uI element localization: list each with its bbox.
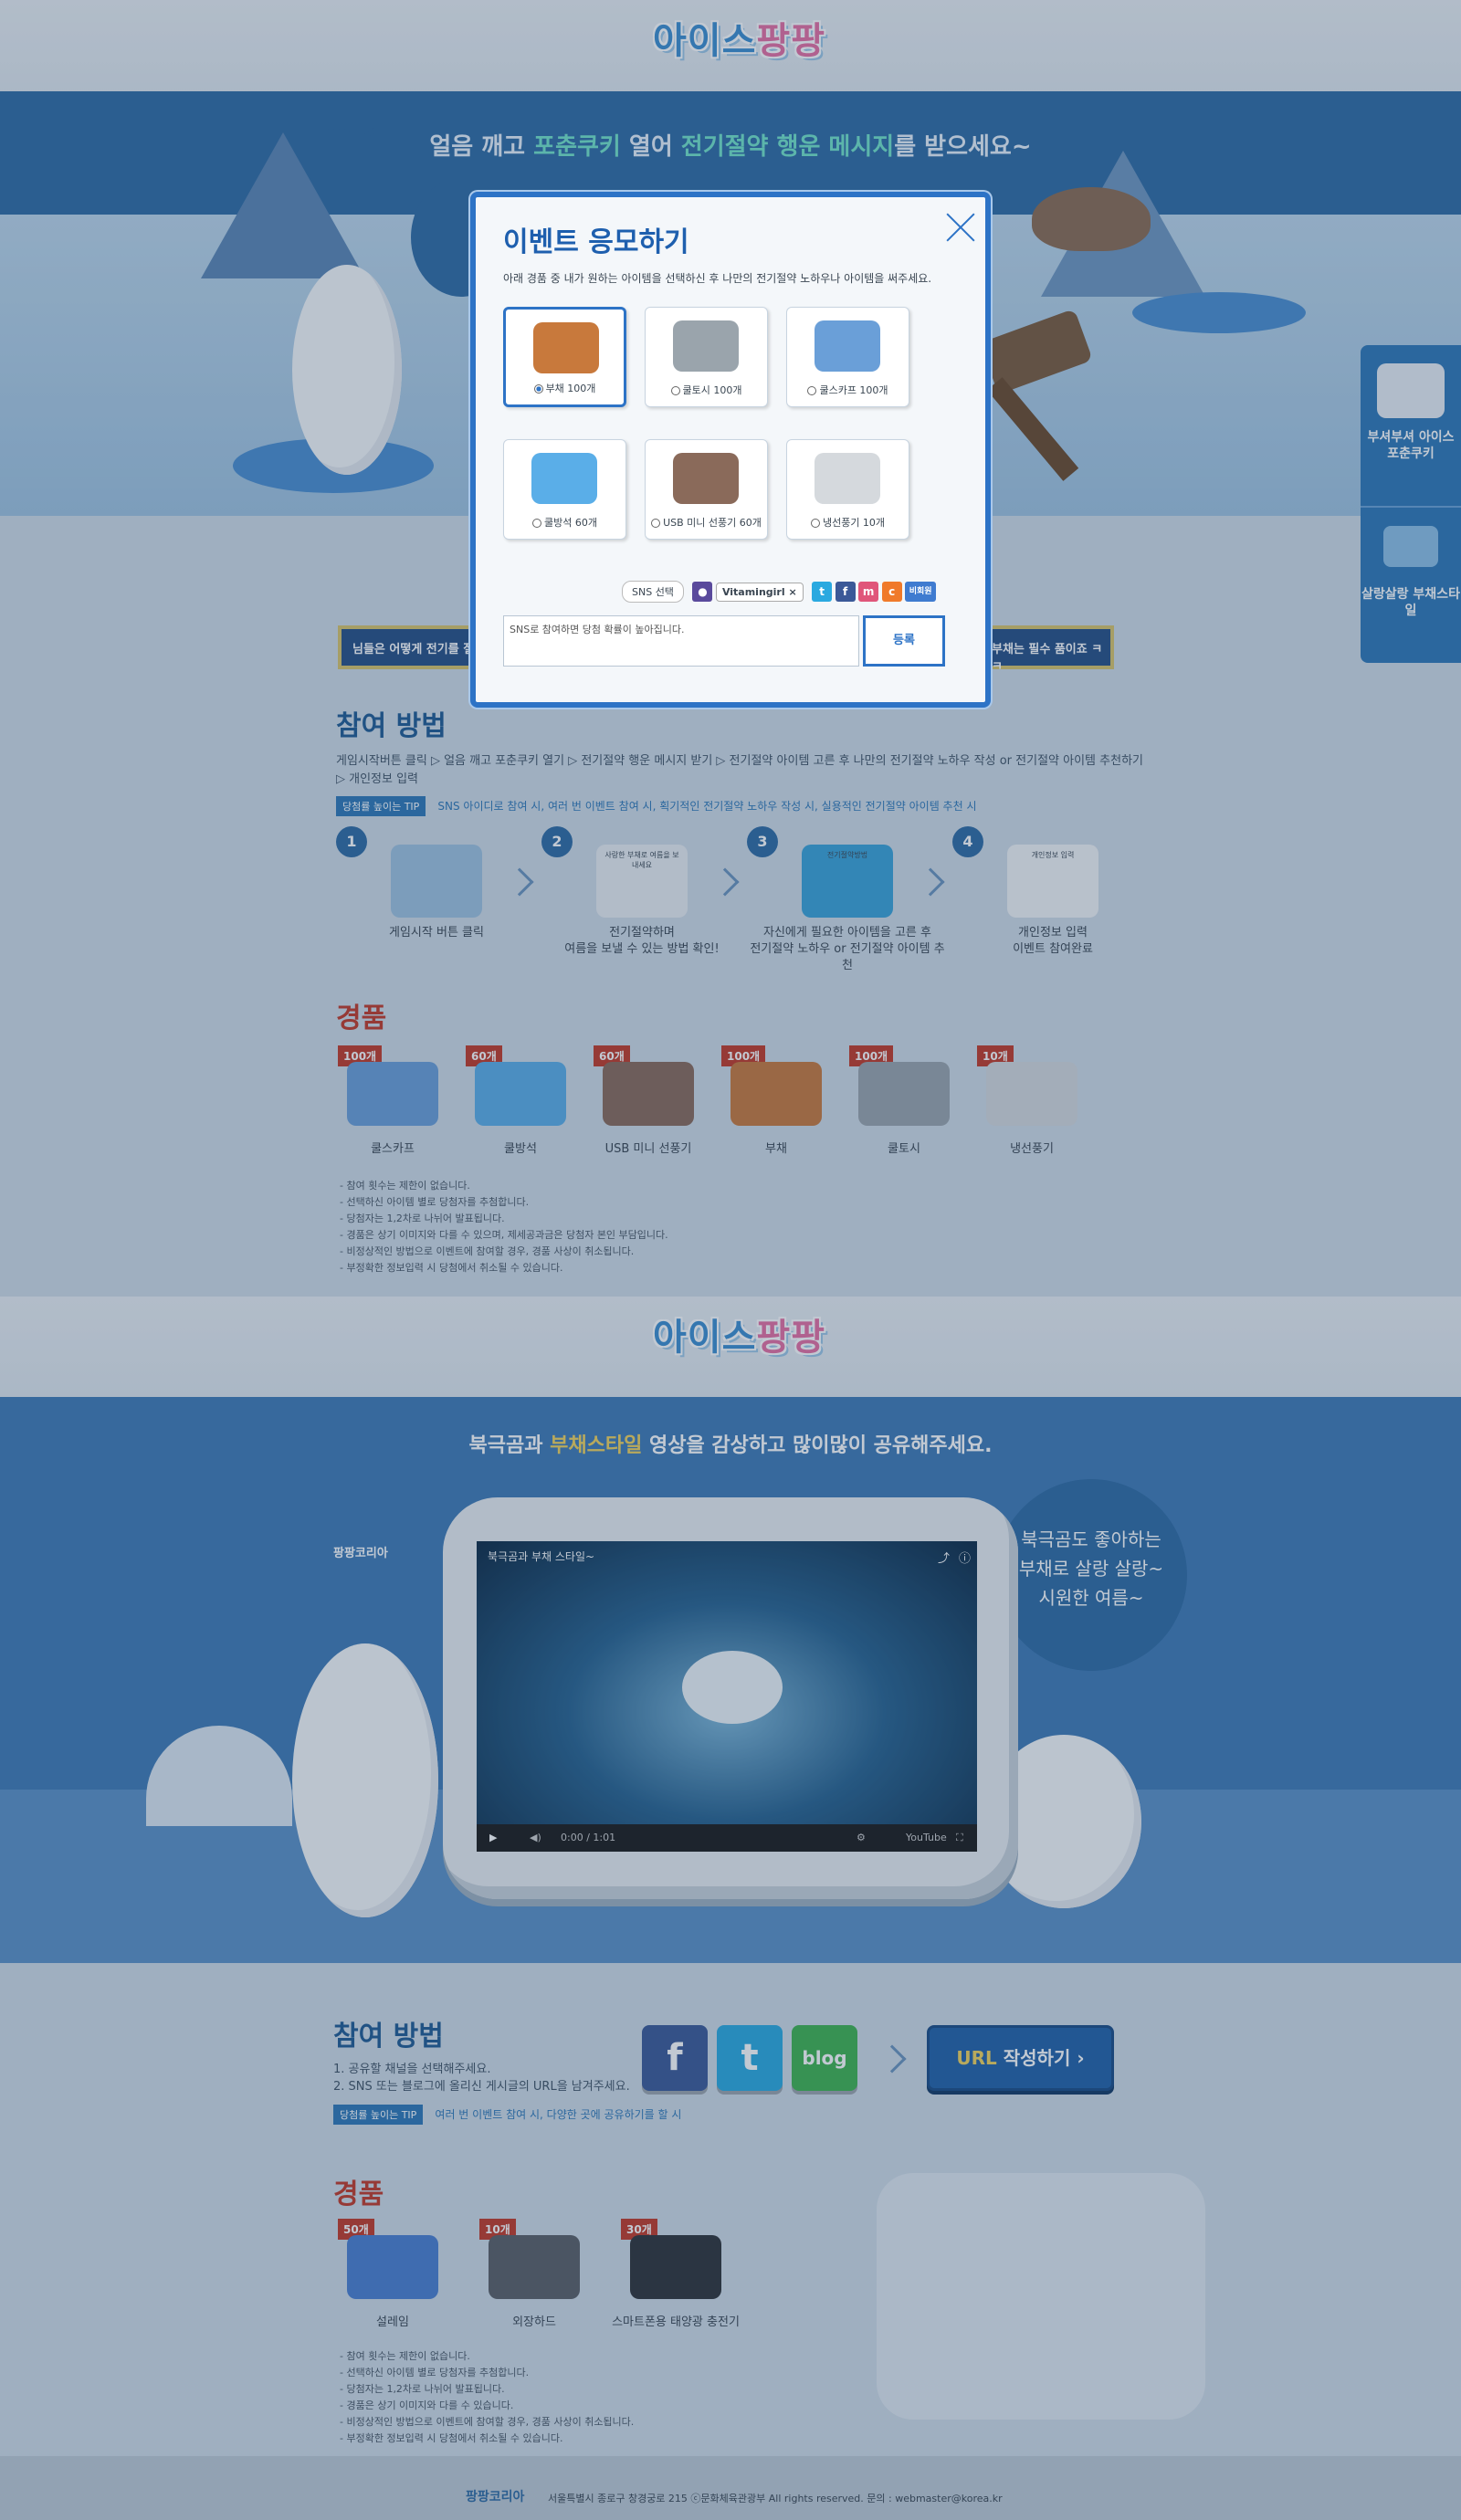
item-option-card[interactable]: 부채 100개 [503, 307, 626, 407]
item-option-label: 쿨토시 100개 [646, 383, 767, 397]
item-option-text: 쿨방석 60개 [544, 517, 597, 529]
arm-sleeve-icon [673, 320, 739, 372]
comment-textarea[interactable]: SNS로 참여하면 당첨 확률이 높아집니다. [503, 615, 859, 667]
item-option-label: 쿨방석 60개 [504, 515, 625, 530]
cushion-icon [531, 453, 597, 504]
item-option-text: 부채 100개 [545, 383, 596, 394]
scarf-icon [815, 320, 880, 372]
radio-button[interactable] [810, 519, 820, 528]
modal-title: 이벤트 응모하기 [503, 226, 689, 258]
me2day-icon[interactable]: m [858, 582, 879, 602]
item-option-card[interactable]: 냉선풍기 10개 [786, 439, 909, 540]
close-icon[interactable] [946, 212, 977, 243]
item-option-label: 부채 100개 [506, 381, 624, 395]
item-option-label: 냉선풍기 10개 [787, 515, 909, 530]
item-option-card[interactable]: 쿨방석 60개 [503, 439, 626, 540]
twitter-icon[interactable]: t [812, 582, 833, 602]
sns-select-row: SNS 선택 ● Vitamingirl × t f m c 비회원 [622, 581, 937, 603]
item-option-card[interactable]: 쿨토시 100개 [645, 307, 768, 407]
item-option-text: USB 미니 선풍기 60개 [663, 517, 762, 529]
submit-button[interactable]: 등록 [863, 615, 945, 667]
item-option-text: 쿨토시 100개 [682, 384, 742, 396]
radio-button[interactable] [533, 384, 543, 394]
item-option-card[interactable]: 쿨스카프 100개 [786, 307, 909, 407]
modal-description: 아래 경품 중 내가 원하는 아이템을 선택하신 후 나만의 전기절약 노하우나… [503, 272, 932, 285]
item-option-label: USB 미니 선풍기 60개 [646, 515, 767, 530]
facebook-icon[interactable]: f [835, 582, 856, 602]
item-option-card[interactable]: USB 미니 선풍기 60개 [645, 439, 768, 540]
item-grid: 부채 100개 쿨토시 100개 쿨스카프 100개쿨방석 60개 USB 미니 선풍… [503, 307, 960, 562]
usb-fan-icon [673, 453, 739, 504]
item-option-label: 쿨스카프 100개 [787, 383, 909, 397]
radio-button[interactable] [807, 386, 817, 395]
cyworld-icon[interactable]: c [881, 582, 902, 602]
radio-button[interactable] [532, 519, 541, 528]
guest-button[interactable]: 비회원 [905, 582, 937, 602]
item-option-text: 냉선풍기 10개 [822, 517, 886, 529]
entry-modal: 이벤트 응모하기 아래 경품 중 내가 원하는 아이템을 선택하신 후 나만의 … [470, 192, 991, 708]
radio-button[interactable] [651, 519, 661, 528]
avatar: ● [692, 582, 713, 602]
radio-button[interactable] [670, 386, 680, 395]
sns-label: SNS 선택 [622, 581, 684, 603]
cooler-fan-icon [815, 453, 880, 504]
item-option-text: 쿨스카프 100개 [819, 384, 888, 396]
fan-icon [533, 322, 599, 373]
user-chip[interactable]: Vitamingirl × [715, 582, 804, 602]
